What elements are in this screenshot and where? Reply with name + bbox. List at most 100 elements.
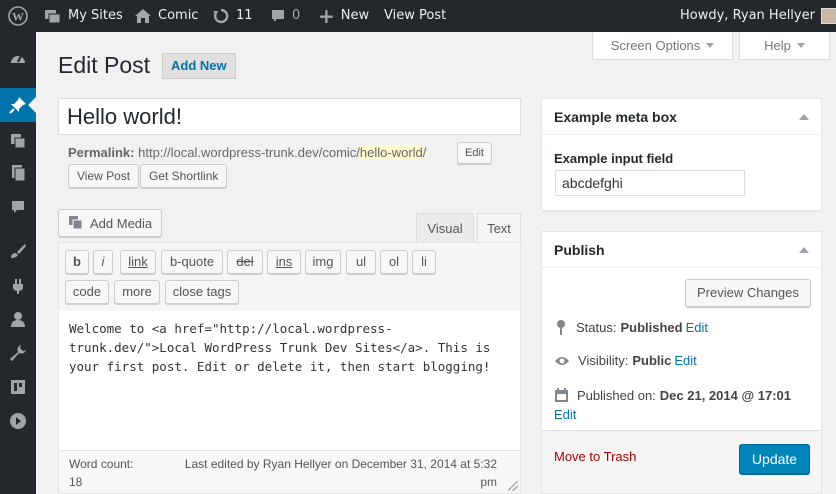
admin-menu: [0, 32, 36, 494]
dashboard-icon: [11, 55, 25, 63]
updates-count: 11: [236, 8, 253, 23]
page-title: Edit Post: [58, 52, 151, 78]
my-sites-menu[interactable]: My Sites: [44, 0, 123, 32]
meta-box-header[interactable]: Example meta box: [542, 99, 821, 135]
word-count-label: Word count:: [69, 457, 134, 471]
wrench-icon: [10, 345, 26, 361]
new-label: New: [340, 8, 370, 23]
quicktag-more[interactable]: more: [114, 280, 160, 304]
example-meta-box: Example meta box Example input field abc…: [541, 98, 822, 211]
word-count-value: 18: [69, 475, 83, 489]
visibility-edit-link[interactable]: Edit: [674, 353, 696, 368]
meta-box-title: Example meta box: [554, 108, 677, 125]
published-on-edit-link[interactable]: Edit: [554, 407, 576, 422]
account-menu[interactable]: Howdy, Ryan Hellyer: [680, 0, 836, 32]
comment-icon: [270, 8, 286, 24]
quicktag-link[interactable]: link: [120, 250, 156, 274]
settings-icon: [11, 380, 25, 394]
wordpress-logo-icon[interactable]: W: [8, 0, 28, 32]
published-on-row: Published on: Dec 21, 2014 @ 17:01: [554, 387, 791, 403]
visibility-row: Visibility: Public Edit: [554, 353, 697, 368]
chevron-up-icon[interactable]: [799, 113, 809, 120]
quicktag-li[interactable]: li: [412, 250, 436, 274]
publish-box-title: Publish: [554, 241, 605, 258]
help-toggle[interactable]: Help: [739, 32, 830, 60]
avatar: [820, 8, 836, 24]
menu-tools[interactable]: [0, 336, 36, 370]
chevron-up-icon[interactable]: [799, 246, 809, 253]
add-new-button[interactable]: Add New: [162, 53, 236, 79]
admin-bar: W My Sites Comic 11 0 + New View Post Ho…: [0, 0, 836, 32]
menu-appearance[interactable]: [0, 234, 36, 268]
quicktag-ol[interactable]: ol: [380, 250, 408, 274]
collapse-icon: [10, 413, 26, 429]
comments-icon: [12, 201, 24, 213]
tab-text[interactable]: Text: [477, 213, 521, 243]
get-shortlink-button[interactable]: Get Shortlink: [140, 164, 228, 188]
calendar-icon: [555, 388, 568, 402]
screen-options-toggle[interactable]: Screen Options: [592, 32, 733, 60]
meta-field-label: Example input field: [554, 151, 674, 166]
updates-menu[interactable]: 11: [212, 0, 253, 32]
menu-pages[interactable]: [0, 156, 36, 190]
quicktag-blockquote[interactable]: b-quote: [161, 250, 223, 274]
resize-handle-icon[interactable]: [508, 481, 518, 491]
screen-options-label: Screen Options: [610, 38, 701, 53]
tab-visual[interactable]: Visual: [416, 213, 474, 243]
published-on-value: Dec 21, 2014 @ 17:01: [659, 387, 791, 403]
site-name-label: Comic: [158, 8, 199, 23]
menu-collapse[interactable]: [0, 404, 36, 438]
publish-actions: Move to Trash Update: [542, 430, 821, 493]
preview-changes-button[interactable]: Preview Changes: [685, 279, 811, 307]
menu-comments[interactable]: [0, 190, 36, 224]
last-edited-line: Last edited by Ryan Hellyer on December …: [184, 457, 497, 471]
comments-count: 0: [292, 8, 301, 23]
menu-settings[interactable]: [0, 370, 36, 404]
quicktag-code[interactable]: code: [65, 280, 109, 304]
pin-icon: [557, 320, 565, 335]
view-post-button[interactable]: View Post: [68, 164, 140, 188]
status-edit-link[interactable]: Edit: [686, 320, 708, 335]
content-line: trunk.dev/">Local WordPress Trunk Dev Si…: [69, 340, 491, 355]
permalink-slug[interactable]: hello-world: [359, 145, 423, 160]
add-media-button[interactable]: Add Media: [58, 209, 162, 237]
view-post-link[interactable]: View Post: [384, 0, 446, 32]
publish-box-header[interactable]: Publish: [542, 232, 821, 268]
post-title-input[interactable]: Hello world!: [58, 98, 521, 135]
post-content-textarea[interactable]: Welcome to <a href="http://local.wordpre…: [58, 311, 521, 451]
content-line: your first post. Edit or delete it, then…: [69, 359, 491, 374]
permalink-trailing: /: [422, 145, 427, 160]
editor-status-bar: Word count: 18 Last edited by Ryan Helly…: [58, 450, 521, 494]
quicktag-ins[interactable]: ins: [267, 250, 301, 274]
quicktag-bold[interactable]: b: [65, 250, 89, 274]
site-name-menu[interactable]: Comic: [134, 0, 198, 32]
quicktag-img[interactable]: img: [305, 250, 341, 274]
media-icon: [69, 216, 83, 230]
update-button[interactable]: Update: [739, 444, 810, 474]
updates-icon: [212, 7, 230, 25]
plugin-icon: [13, 279, 23, 294]
permalink-row: Permalink: http://local.wordpress-trunk.…: [68, 145, 426, 160]
menu-media[interactable]: [0, 124, 36, 158]
quicktag-italic[interactable]: i: [93, 250, 113, 274]
comments-menu[interactable]: 0: [270, 0, 300, 32]
status-row: Status: Published Edit: [554, 319, 708, 335]
quicktags-toolbar: b i link b-quote del ins img ul ol li co…: [58, 242, 521, 312]
help-label: Help: [764, 38, 791, 53]
permalink-label: Permalink:: [68, 145, 135, 160]
new-content-menu[interactable]: + New: [318, 0, 369, 32]
menu-plugins[interactable]: [0, 268, 36, 302]
visibility-value: Public: [632, 353, 672, 368]
quicktag-close-tags[interactable]: close tags: [165, 280, 239, 304]
my-sites-icon: [44, 7, 62, 25]
status-value: Published: [620, 319, 683, 335]
quicktag-del[interactable]: del: [227, 250, 263, 274]
move-to-trash-link[interactable]: Move to Trash: [554, 449, 636, 464]
edit-slug-button[interactable]: Edit: [457, 142, 492, 164]
last-edited-line: pm: [480, 475, 497, 489]
menu-users[interactable]: [0, 302, 36, 336]
meta-input-field[interactable]: abcdefghi: [555, 170, 745, 196]
menu-dashboard[interactable]: [0, 42, 36, 76]
menu-posts[interactable]: [0, 88, 36, 122]
quicktag-ul[interactable]: ul: [346, 250, 376, 274]
